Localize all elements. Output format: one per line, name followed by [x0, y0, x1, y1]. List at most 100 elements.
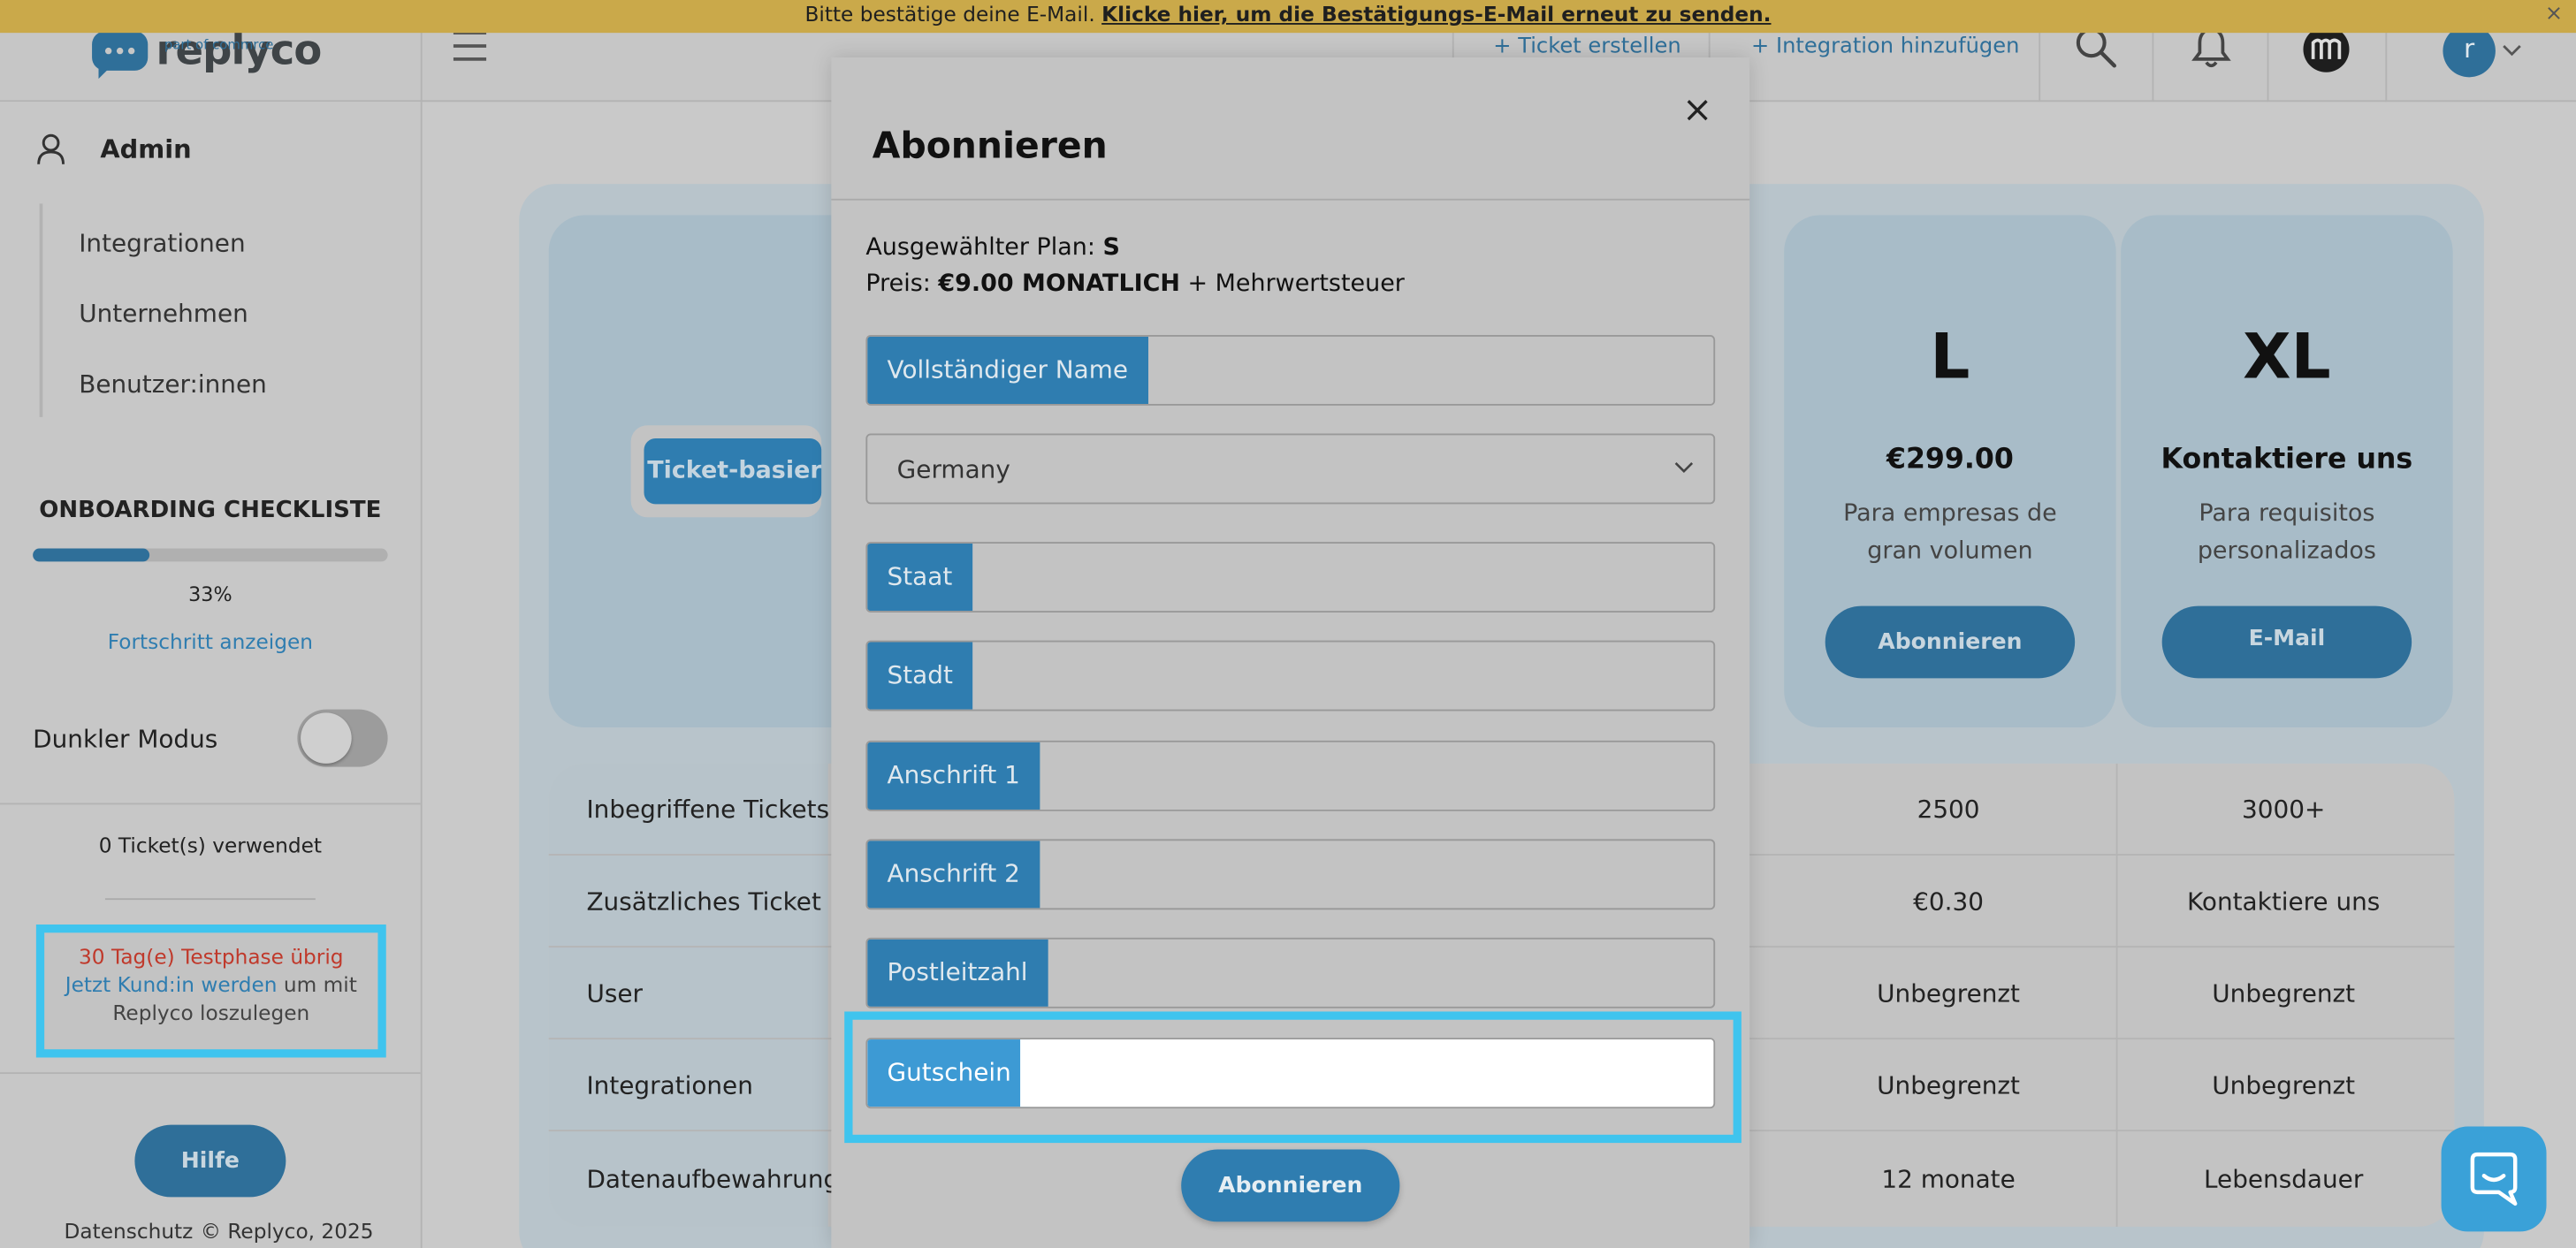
address1-input[interactable] — [1030, 742, 1714, 810]
address2-label: Anschrift 2 — [867, 841, 1040, 909]
price-label: Preis: — [865, 270, 931, 298]
toggle-knob — [301, 712, 352, 764]
plan-card-xl: XL Kontaktiere uns Para requisitos perso… — [2121, 215, 2453, 728]
city-label: Stadt — [867, 642, 973, 710]
privacy-link[interactable]: Datenschutz — [64, 1219, 193, 1244]
address2-field: Anschrift 2 — [865, 839, 1716, 910]
trial-days-text: 30 Tag(e) Testphase übrig — [79, 944, 344, 970]
feature-value-l: 12 monate — [1881, 1164, 2016, 1194]
plan-desc-line1: Para empresas de — [1843, 500, 2057, 528]
modal-title: Abonnieren — [872, 126, 1108, 168]
feature-label: Zusätzliches Ticket — [586, 887, 821, 917]
feature-value-l: Unbegrenzt — [1877, 978, 2020, 1008]
feature-value-xl: Unbegrenzt — [2212, 1070, 2356, 1100]
plan-desc-line2: gran volumen — [1867, 538, 2033, 566]
tickets-used: 0 Ticket(s) verwendet — [98, 832, 323, 857]
feature-value-l: €0.30 — [1913, 887, 1984, 917]
become-customer-link[interactable]: Jetzt Kund:in werden — [65, 972, 278, 997]
tab-toggle-wrapper: Ticket-basierte — [630, 425, 822, 518]
feature-value-l: 2500 — [1917, 795, 1980, 825]
plan-desc-line1: Para requisitos — [2199, 500, 2375, 528]
feature-value-xl: Unbegrenzt — [2212, 978, 2356, 1008]
email-confirmation-banner: Bitte bestätige deine E-Mail. Klicke hie… — [0, 0, 2576, 34]
onboarding-progress-bar — [33, 548, 388, 562]
selected-plan-label: Ausgewählter Plan: — [865, 234, 1095, 262]
sidebar: Admin Integrationen Unternehmen Benutzer… — [0, 102, 423, 1248]
dark-mode-toggle[interactable] — [297, 709, 388, 767]
feature-value-xl: Lebensdauer — [2204, 1164, 2364, 1194]
subscribe-submit-button[interactable]: Abonnieren — [1181, 1149, 1400, 1222]
user-icon — [37, 133, 65, 164]
trial-text-rest-2: Replyco loszulegen — [112, 1000, 310, 1025]
coupon-input[interactable] — [1020, 1039, 1714, 1107]
banner-text: Bitte bestätige deine E-Mail. — [804, 1, 1095, 27]
plan-card-l: L €299.00 Para empresas de gran volumen … — [1784, 215, 2116, 728]
state-field: Staat — [865, 542, 1716, 613]
address2-input[interactable] — [1030, 841, 1714, 909]
create-ticket-link[interactable]: + Ticket erstellen — [1493, 34, 1680, 59]
subscribe-l-button[interactable]: Abonnieren — [1825, 605, 2076, 679]
full-name-field: Vollständiger Name — [865, 335, 1716, 406]
plan-price: Kontaktiere uns — [2161, 443, 2413, 476]
support-chat-button[interactable] — [2441, 1126, 2547, 1232]
country-select-value: Germany — [896, 454, 1010, 485]
email-xl-button[interactable]: E-Mail — [2161, 605, 2412, 679]
address1-label: Anschrift 1 — [867, 742, 1040, 810]
trial-box: 30 Tag(e) Testphase übrig Jetzt Kund:in … — [35, 924, 386, 1058]
sidebar-tree-line — [39, 203, 43, 417]
price-line: Preis: €9.00 MONATLICH + Mehrwertsteuer — [865, 271, 1404, 298]
full-name-label: Vollständiger Name — [867, 336, 1148, 405]
feature-value-l: Unbegrenzt — [1877, 1070, 2020, 1100]
hamburger-menu-icon[interactable] — [453, 31, 487, 71]
copyright-text: © Replyco, 2025 — [200, 1218, 374, 1244]
city-input[interactable] — [969, 642, 1714, 710]
add-integration-link[interactable]: + Integration hinzufügen — [1751, 34, 2019, 59]
coupon-label: Gutschein — [867, 1039, 1032, 1107]
city-field: Stadt — [865, 640, 1716, 712]
state-label: Staat — [867, 543, 972, 612]
selected-plan-line: Ausgewählter Plan: S — [865, 235, 1120, 262]
close-icon[interactable]: × — [1682, 90, 1712, 131]
sidebar-admin[interactable]: Admin — [100, 134, 191, 164]
onboarding-progress-label: 33% — [188, 582, 232, 606]
state-input[interactable] — [967, 543, 1714, 612]
resend-confirmation-link[interactable]: Klicke hier, um die Bestätigungs-E-Mail … — [1101, 2, 1771, 27]
feature-value-xl: Kontaktiere uns — [2186, 887, 2381, 917]
feature-label: Inbegriffene Tickets — [586, 795, 830, 825]
full-name-input[interactable] — [1130, 336, 1714, 405]
sidebar-divider — [0, 803, 421, 805]
plan-desc-line2: personalizados — [2197, 538, 2376, 566]
country-select[interactable]: Germany — [865, 433, 1716, 505]
address1-field: Anschrift 1 — [865, 740, 1716, 811]
feature-label: User — [586, 978, 644, 1008]
sidebar-item-integrations[interactable]: Integrationen — [79, 228, 245, 257]
tab-ticket-based[interactable]: Ticket-basierte — [644, 438, 822, 505]
plan-name: XL — [2243, 320, 2331, 393]
banner-close-icon[interactable]: × — [2545, 0, 2563, 28]
dark-mode-label: Dunkler Modus — [33, 724, 218, 754]
feature-value-xl: 3000+ — [2242, 795, 2326, 825]
sidebar-divider — [104, 898, 316, 901]
plan-name: L — [1930, 320, 1970, 393]
trial-text-rest: um mit — [283, 971, 357, 997]
help-button[interactable]: Hilfe — [134, 1124, 286, 1198]
onboarding-title: ONBOARDING CHECKLISTE — [39, 497, 382, 524]
price-suffix: + Mehrwertsteuer — [1187, 270, 1405, 298]
selected-plan-value: S — [1102, 234, 1120, 262]
coupon-field: Gutschein — [865, 1038, 1716, 1109]
show-progress-link[interactable]: Fortschritt anzeigen — [0, 629, 421, 654]
feature-label: Datenaufbewahrung — [586, 1164, 840, 1194]
sidebar-item-users[interactable]: Benutzer:innen — [79, 369, 267, 399]
chevron-down-icon — [1674, 462, 1694, 474]
sidebar-item-company[interactable]: Unternehmen — [79, 299, 248, 328]
postcode-field: Postleitzahl — [865, 937, 1716, 1008]
logo-subtitle: part of commrce — [164, 37, 274, 53]
feature-label: Integrationen — [586, 1070, 753, 1100]
logo-chat-icon — [92, 30, 149, 79]
onboarding-progress-fill — [33, 548, 150, 562]
postcode-label: Postleitzahl — [867, 939, 1048, 1007]
column-divider — [2115, 763, 2118, 1227]
postcode-input[interactable] — [1041, 939, 1714, 1007]
sidebar-divider — [0, 1072, 421, 1075]
chevron-down-icon[interactable] — [2502, 44, 2521, 57]
